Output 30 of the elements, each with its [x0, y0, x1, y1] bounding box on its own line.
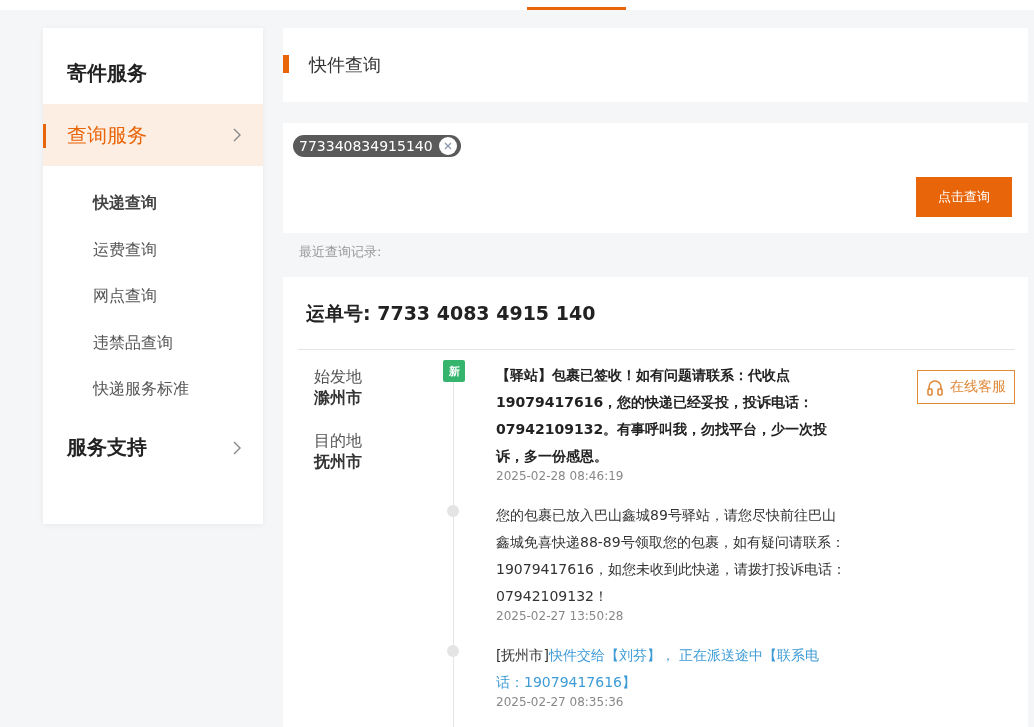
- sidebar-item-label: 服务支持: [67, 434, 147, 461]
- page-title: 快件查询: [309, 53, 381, 77]
- sidebar-item-label: 查询服务: [67, 121, 147, 149]
- new-badge: 新: [443, 360, 465, 382]
- route-label: 目的地: [314, 430, 363, 451]
- event-time: 2025-02-27 08:35:36: [496, 694, 625, 710]
- headset-icon: [926, 378, 944, 396]
- sidebar-subitem[interactable]: 运费查询: [43, 226, 263, 273]
- route-city: 抚州市: [314, 451, 363, 472]
- sidebar-subitem[interactable]: 快递服务标准: [43, 366, 263, 413]
- sidebar-subitem[interactable]: 快递查询: [43, 180, 263, 227]
- sidebar-item[interactable]: 寄件服务: [43, 42, 263, 104]
- route-label: 始发地: [314, 366, 363, 387]
- close-icon[interactable]: [438, 137, 457, 155]
- sidebar-subitem[interactable]: 违禁品查询: [43, 319, 263, 366]
- sidebar-item-label: 寄件服务: [67, 59, 147, 87]
- title-accent-bar: [283, 55, 289, 73]
- sidebar-item[interactable]: 服务支持: [43, 416, 263, 479]
- recent-queries-label: 最近查询记录:: [298, 243, 383, 261]
- chevron-right-icon: [233, 128, 241, 142]
- event-time: 2025-02-28 08:46:19: [496, 468, 625, 484]
- chevron-right-icon: [233, 440, 241, 455]
- waybill-number: 运单号: 7733 4083 4915 140: [298, 277, 1015, 350]
- sidebar-subitem[interactable]: 网点查询: [43, 273, 263, 320]
- event-text: 【驿站】包裹已签收！如有问题请联系：代收点19079417616，您的快递已经妥投，投诉电话：07942109132。有事呼叫我，勿找平台，少一次投诉，多一份感恩。: [496, 366, 829, 466]
- query-tag[interactable]: 773340834915140: [293, 135, 461, 157]
- route-city: 滁州市: [314, 387, 363, 408]
- event-text: 您的包裹已放入巴山鑫城89号驿站，请您尽快前往巴山鑫城免喜快递88-89号领取您的包裹，如有疑问请联系：19079417616，如您未收到此快递，请拨打投诉电话：07942109132！: [496, 506, 846, 606]
- event-text: [抚州市]快件交给【刘芬】， 正在派送途中【联系电话：19079417616】: [496, 646, 821, 692]
- event-time: 2025-02-27 13:50:28: [496, 608, 625, 624]
